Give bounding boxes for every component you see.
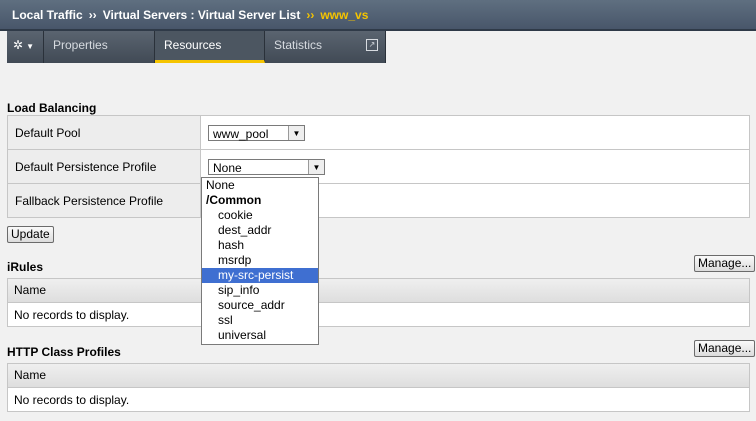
dropdown-option-none[interactable]: None: [202, 178, 318, 193]
breadcrumb-virtual-server-list[interactable]: Virtual Servers : Virtual Server List: [103, 8, 301, 22]
tab-statistics-label: Statistics: [274, 38, 323, 52]
irules-table: Name No records to display.: [7, 278, 750, 327]
dropdown-option-msrdp[interactable]: msrdp: [202, 253, 318, 268]
dropdown-option-universal[interactable]: universal: [202, 328, 318, 343]
dropdown-option-hash[interactable]: hash: [202, 238, 318, 253]
dropdown-option-dest-addr[interactable]: dest_addr: [202, 223, 318, 238]
default-pool-value: www_pool: [213, 126, 269, 141]
default-pool-label: Default Pool: [7, 115, 201, 150]
chevron-down-icon: ▼: [26, 42, 34, 51]
update-button[interactable]: Update: [7, 226, 54, 243]
breadcrumb-current: www_vs: [320, 8, 369, 22]
dropdown-option-source-addr[interactable]: source_addr: [202, 298, 318, 313]
breadcrumb-separator: ››: [306, 8, 315, 22]
irules-manage-button[interactable]: Manage...: [694, 255, 756, 272]
gear-icon: ✲: [13, 38, 24, 52]
http-class-empty-message: No records to display.: [14, 393, 130, 407]
tab-properties[interactable]: Properties: [44, 31, 155, 63]
http-class-title: HTTP Class Profiles: [7, 345, 121, 359]
dropdown-option-cookie[interactable]: cookie: [202, 208, 318, 223]
breadcrumb-separator: ››: [88, 8, 97, 22]
tab-bar: ✲ ▼ Properties Resources Statistics ↗: [7, 31, 386, 63]
gear-menu-button[interactable]: ✲ ▼: [7, 31, 44, 63]
default-persistence-value: None: [213, 160, 242, 175]
external-link-icon[interactable]: ↗: [366, 39, 378, 51]
dropdown-option-ssl[interactable]: ssl: [202, 313, 318, 328]
fallback-persistence-label: Fallback Persistence Profile: [7, 183, 201, 218]
chevron-down-icon: ▼: [288, 125, 304, 140]
http-class-column-name[interactable]: Name: [8, 364, 749, 388]
irules-column-name[interactable]: Name: [8, 279, 749, 303]
http-class-manage-button[interactable]: Manage...: [694, 340, 756, 357]
dropdown-option-my-src-persist[interactable]: my-src-persist: [202, 268, 318, 283]
load-balancing-table: Default Pool www_pool ▼ Default Persiste…: [7, 115, 750, 218]
default-persistence-select[interactable]: None ▼: [208, 158, 325, 175]
tab-statistics[interactable]: Statistics ↗: [265, 31, 386, 63]
dropdown-option-sip-info[interactable]: sip_info: [202, 283, 318, 298]
default-persistence-label: Default Persistence Profile: [7, 149, 201, 184]
tab-resources[interactable]: Resources: [155, 31, 265, 63]
default-pool-select[interactable]: www_pool ▼: [208, 124, 305, 141]
irules-title: iRules: [7, 260, 44, 274]
chevron-down-icon: ▼: [308, 159, 324, 174]
persistence-dropdown-list: None /Common cookie dest_addr hash msrdp…: [201, 177, 319, 345]
dropdown-group-common: /Common: [206, 193, 262, 207]
breadcrumb: Local Traffic ›› Virtual Servers : Virtual…: [0, 0, 756, 31]
irules-empty-message: No records to display.: [14, 308, 130, 322]
breadcrumb-local-traffic[interactable]: Local Traffic: [12, 8, 83, 22]
http-class-table: Name No records to display.: [7, 363, 750, 412]
load-balancing-title: Load Balancing: [7, 101, 97, 115]
